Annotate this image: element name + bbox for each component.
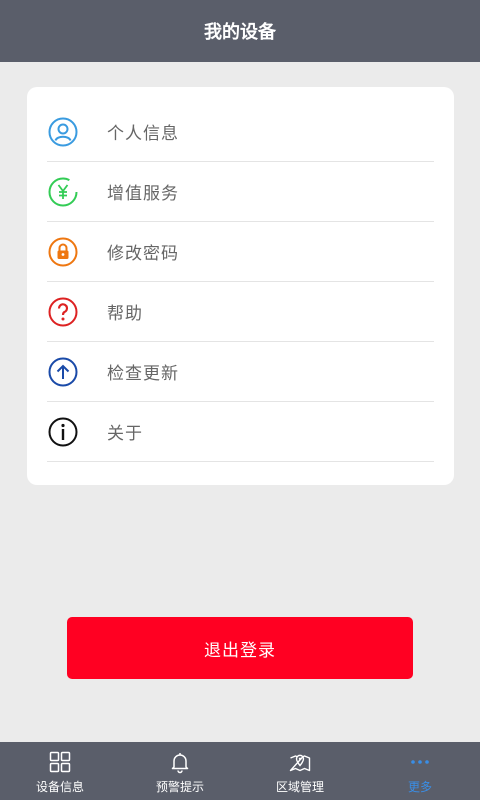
menu-item-profile[interactable]: 个人信息 <box>47 102 434 162</box>
tab-label: 设备信息 <box>35 780 84 794</box>
map-pin-icon <box>288 750 312 774</box>
question-circle-icon <box>47 296 79 328</box>
bell-icon <box>168 750 192 774</box>
menu-label: 增值服务 <box>107 184 179 204</box>
menu-label: 关于 <box>107 424 143 444</box>
page-title: 我的设备 <box>204 22 276 43</box>
yen-circle-icon <box>47 176 79 208</box>
tab-more[interactable]: 更多 <box>360 742 480 800</box>
tab-device-info[interactable]: 设备信息 <box>0 742 120 800</box>
menu-card: 个人信息 增值服务 修改密码 帮助 检查更新 关于 <box>27 87 454 485</box>
menu-item-change-password[interactable]: 修改密码 <box>47 222 434 282</box>
tab-label: 更多 <box>407 780 432 794</box>
more-dots-icon <box>408 750 432 774</box>
bottom-tab-bar: 设备信息 预警提示 区域管理 更多 <box>0 742 480 800</box>
menu-item-value-added[interactable]: 增值服务 <box>47 162 434 222</box>
tab-area-management[interactable]: 区域管理 <box>240 742 360 800</box>
tab-label: 预警提示 <box>155 780 204 794</box>
info-circle-icon <box>47 416 79 448</box>
tab-alerts[interactable]: 预警提示 <box>120 742 240 800</box>
menu-label: 检查更新 <box>107 364 179 384</box>
menu-item-about[interactable]: 关于 <box>47 402 434 462</box>
menu-item-help[interactable]: 帮助 <box>47 282 434 342</box>
menu-label: 帮助 <box>107 304 143 324</box>
arrow-up-circle-icon <box>47 356 79 388</box>
menu-item-check-update[interactable]: 检查更新 <box>47 342 434 402</box>
menu-label: 个人信息 <box>107 124 179 144</box>
grid-icon <box>48 750 72 774</box>
menu-label: 修改密码 <box>107 244 179 264</box>
tab-label: 区域管理 <box>275 780 324 794</box>
logout-button[interactable]: 退出登录 <box>67 617 413 679</box>
app-header: 我的设备 <box>0 0 480 62</box>
lock-circle-icon <box>47 236 79 268</box>
user-circle-icon <box>47 116 79 148</box>
